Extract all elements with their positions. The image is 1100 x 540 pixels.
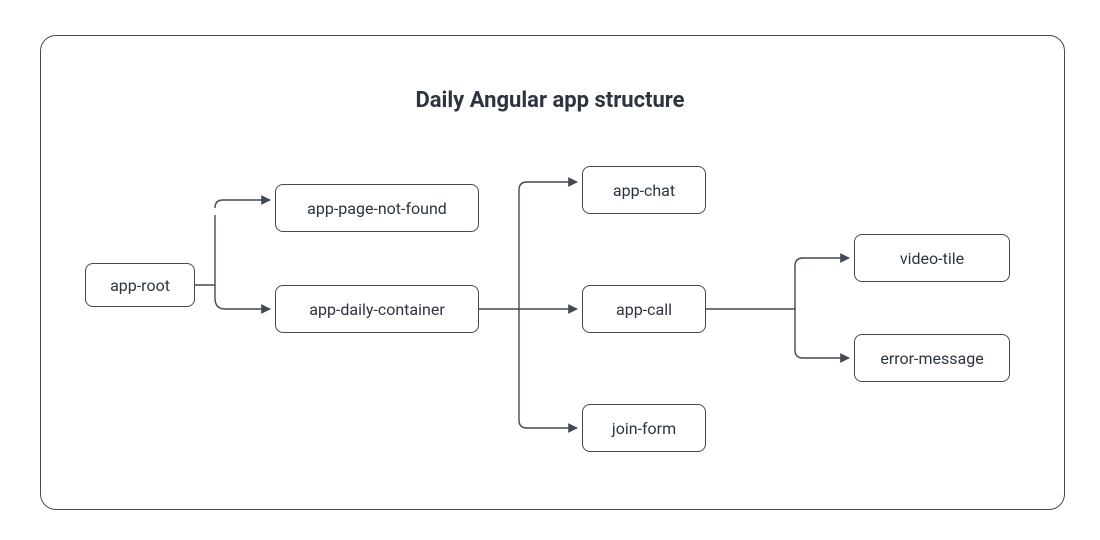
node-label: app-root bbox=[110, 276, 170, 295]
node-app-chat: app-chat bbox=[582, 166, 706, 214]
node-join-form: join-form bbox=[582, 404, 706, 452]
diagram-canvas: Daily Angular app structure app-root app… bbox=[0, 0, 1100, 540]
node-label: video-tile bbox=[900, 249, 964, 268]
node-app-call: app-call bbox=[582, 285, 706, 333]
node-video-tile: video-tile bbox=[854, 234, 1010, 282]
node-label: app-daily-container bbox=[309, 300, 445, 319]
node-app-page-not-found: app-page-not-found bbox=[275, 184, 479, 232]
node-label: app-page-not-found bbox=[307, 199, 447, 218]
node-error-message: error-message bbox=[854, 334, 1010, 382]
node-label: error-message bbox=[880, 349, 983, 368]
node-label: join-form bbox=[612, 419, 676, 438]
node-label: app-chat bbox=[613, 181, 675, 200]
node-label: app-call bbox=[616, 300, 672, 319]
node-app-root: app-root bbox=[85, 263, 195, 307]
node-app-daily-container: app-daily-container bbox=[275, 285, 479, 333]
diagram-title: Daily Angular app structure bbox=[0, 88, 1100, 113]
